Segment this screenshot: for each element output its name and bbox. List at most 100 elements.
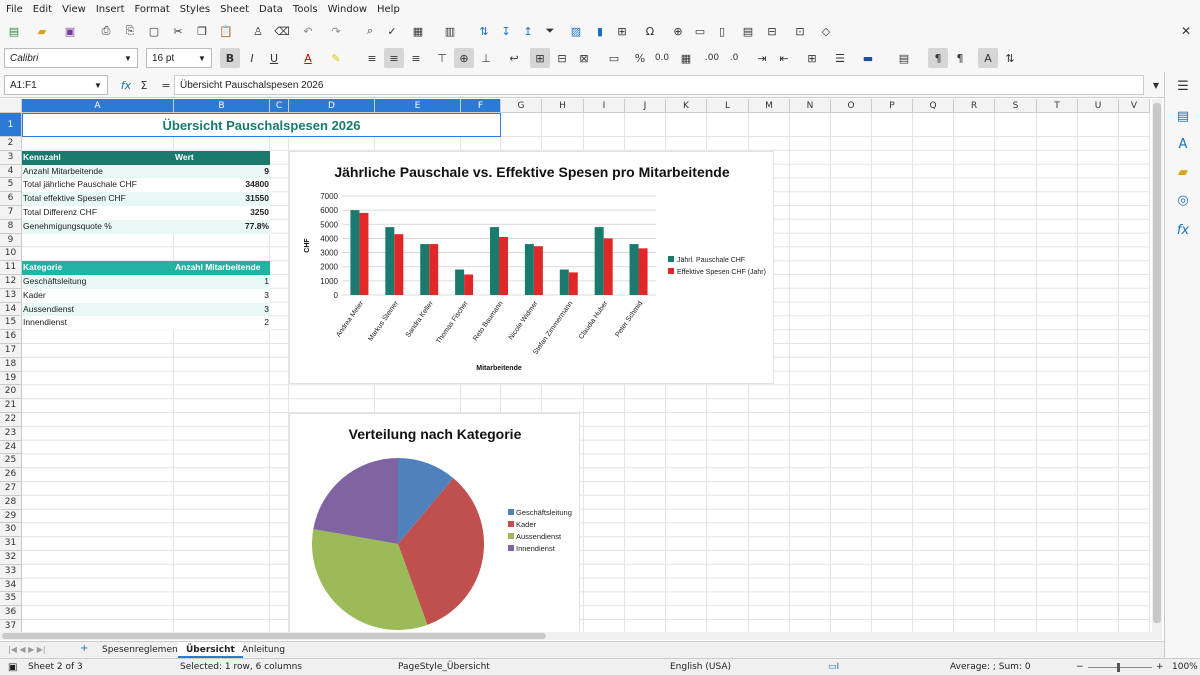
spreadsheet-grid[interactable]: ABCDEFGHIJKLMNOPQRSTUV 1 2 3 4 5 6 7 8 9 10 11 12 13… xyxy=(0,99,1150,632)
sum-status[interactable]: Average: ; Sum: 0 xyxy=(950,662,1031,672)
summary-header-kennzahl[interactable]: Kennzahl xyxy=(22,150,174,165)
summary-value[interactable]: 9 xyxy=(174,164,270,179)
print-icon[interactable]: ⎘ xyxy=(120,21,140,41)
row-icon[interactable]: ▦ xyxy=(408,21,428,41)
category-value[interactable]: 1 xyxy=(174,275,270,289)
autofilter-icon[interactable]: ⏷ xyxy=(540,21,560,41)
summary-label[interactable]: Anzahl Mitarbeitende xyxy=(22,164,174,179)
center-vertically-icon[interactable]: ⊕ xyxy=(454,48,474,68)
bar-pauschale[interactable] xyxy=(455,269,465,295)
sidebar-menu-icon[interactable]: ☰ xyxy=(1175,78,1191,94)
border-color-icon[interactable]: ▬ xyxy=(858,48,878,68)
bold-icon[interactable]: B xyxy=(220,48,240,68)
insert-chart-icon[interactable]: ▮ xyxy=(590,21,610,41)
currency-icon[interactable]: ▭ xyxy=(604,48,624,68)
bar-pauschale[interactable] xyxy=(490,227,499,295)
selection-mode-icon[interactable]: ▭I xyxy=(828,662,839,672)
copy-icon[interactable]: ❐ xyxy=(192,21,212,41)
properties-icon[interactable]: ▤ xyxy=(1175,108,1191,124)
text-vertical-icon[interactable]: ⇅ xyxy=(1000,48,1020,68)
menu-window[interactable]: Window xyxy=(328,4,367,15)
show-draw-functions-icon[interactable]: ◇ xyxy=(816,21,836,41)
zoom-out-icon[interactable]: − xyxy=(1076,662,1084,672)
percent-icon[interactable]: % xyxy=(630,48,650,68)
category-label[interactable]: Geschäftsleitung xyxy=(22,275,174,289)
hyperlink-icon[interactable]: ⊕ xyxy=(668,21,688,41)
number-format-icon[interactable]: 0.0 xyxy=(652,48,672,68)
font-name-box[interactable]: Calibri ▼ xyxy=(4,48,138,68)
tab-spesenreglement[interactable]: Spesenreglement xyxy=(94,642,189,658)
summary-label[interactable]: Genehmigungsquote % xyxy=(22,219,174,234)
styles-icon[interactable]: A xyxy=(1175,136,1191,152)
page-style[interactable]: PageStyle_Übersicht xyxy=(398,662,490,672)
add-decimal-icon[interactable]: .00 xyxy=(702,48,722,68)
summary-header-wert[interactable]: Wert xyxy=(174,150,270,165)
add-sheet-icon[interactable]: + xyxy=(80,643,88,654)
redo-icon[interactable]: ↷ xyxy=(326,21,346,41)
font-size-box[interactable]: 16 pt ▼ xyxy=(146,48,212,68)
tab-scroll-arrows-icon[interactable]: |◀ ◀ ▶ ▶| xyxy=(8,645,46,654)
formula-icon[interactable]: = xyxy=(156,75,176,95)
bar-effektiv[interactable] xyxy=(429,244,439,295)
italic-icon[interactable]: I xyxy=(242,48,262,68)
sort-ascending-icon[interactable]: ↧ xyxy=(496,21,516,41)
new-document-icon[interactable]: ▤ xyxy=(4,21,24,41)
name-box[interactable]: A1:F1 ▼ xyxy=(4,75,108,95)
save-status-icon[interactable]: ▣ xyxy=(8,662,17,673)
category-label[interactable]: Innendienst xyxy=(22,316,174,331)
menu-file[interactable]: File xyxy=(6,4,23,15)
menu-tools[interactable]: Tools xyxy=(293,4,318,15)
delete-decimal-icon[interactable]: .0 xyxy=(724,48,744,68)
menu-format[interactable]: Format xyxy=(135,4,170,15)
bar-effektiv[interactable] xyxy=(359,212,369,295)
pivot-table-icon[interactable]: ⊞ xyxy=(612,21,632,41)
vertical-scroll-thumb[interactable] xyxy=(1153,103,1161,623)
date-format-icon[interactable]: ▦ xyxy=(676,48,696,68)
chevron-down-icon[interactable]: ▼ xyxy=(119,49,137,67)
bar-chart[interactable]: Jährliche Pauschale vs. Effektive Spesen… xyxy=(289,151,774,384)
summary-label[interactable]: Total Differenz CHF xyxy=(22,206,174,220)
menu-edit[interactable]: Edit xyxy=(33,4,52,15)
category-value[interactable]: 2 xyxy=(174,316,270,331)
column-icon[interactable]: ▥ xyxy=(440,21,460,41)
summary-value[interactable]: 34800 xyxy=(174,178,270,193)
wrap-text-icon[interactable]: ↩ xyxy=(504,48,524,68)
menu-sheet[interactable]: Sheet xyxy=(220,4,249,15)
bar-pauschale[interactable] xyxy=(350,210,360,295)
category-value[interactable]: 3 xyxy=(174,302,270,317)
category-header-kategorie[interactable]: Kategorie xyxy=(22,261,174,276)
align-center-icon[interactable]: ≡ xyxy=(384,48,404,68)
pie-slice[interactable] xyxy=(313,458,398,544)
align-top-icon[interactable]: ⊤ xyxy=(432,48,452,68)
increase-indent-icon[interactable]: ⇥ xyxy=(752,48,772,68)
special-character-icon[interactable]: Ω xyxy=(640,21,660,41)
vertical-scrollbar[interactable] xyxy=(1152,99,1162,632)
bar-pauschale[interactable] xyxy=(629,244,639,295)
bar-effektiv[interactable] xyxy=(568,272,578,295)
comment-icon[interactable]: ▭ xyxy=(690,21,710,41)
export-pdf-icon[interactable]: ⎙ xyxy=(96,21,116,41)
summary-label[interactable]: Total effektive Spesen CHF xyxy=(22,192,174,207)
sum-icon[interactable]: Σ xyxy=(134,75,154,95)
tab-anleitung[interactable]: Anleitung xyxy=(234,642,293,658)
zoom-slider-handle[interactable] xyxy=(1117,663,1120,672)
bar-effektiv[interactable] xyxy=(638,248,648,295)
bar-pauschale[interactable] xyxy=(524,244,534,295)
unmerge-cells-icon[interactable]: ⊠ xyxy=(574,48,594,68)
merge-cells-icon[interactable]: ⊟ xyxy=(552,48,572,68)
decrease-indent-icon[interactable]: ⇤ xyxy=(774,48,794,68)
bar-effektiv[interactable] xyxy=(394,234,404,295)
menu-data[interactable]: Data xyxy=(259,4,283,15)
print-preview-icon[interactable]: ▢ xyxy=(144,21,164,41)
title-cell[interactable]: Übersicht Pauschalspesen 2026 xyxy=(22,113,501,137)
bar-pauschale[interactable] xyxy=(385,227,395,295)
borders-icon[interactable]: ⊞ xyxy=(802,48,822,68)
undo-icon[interactable]: ↶ xyxy=(298,21,318,41)
pie-chart[interactable]: Verteilung nach Kategorie Geschäftsleitun… xyxy=(289,413,580,632)
chevron-down-icon[interactable]: ▼ xyxy=(89,76,107,94)
merge-center-icon[interactable]: ⊞ xyxy=(530,48,550,68)
function-wizard-icon[interactable]: fx xyxy=(116,75,136,95)
summary-value[interactable]: 77.8% xyxy=(174,219,270,234)
font-color-icon[interactable]: A xyxy=(298,48,318,68)
sort-descending-icon[interactable]: ↥ xyxy=(518,21,538,41)
